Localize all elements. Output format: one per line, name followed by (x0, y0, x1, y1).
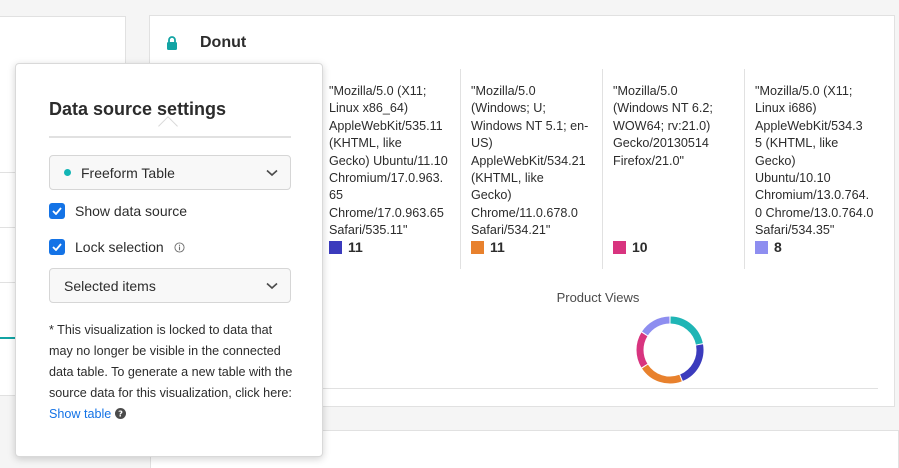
selection-type-dropdown[interactable]: Selected items (49, 268, 291, 303)
table-column: "Mozilla/5.0 (X11; Linux x86_64) AppleWe… (318, 69, 460, 269)
value-row: 8 (755, 239, 782, 255)
source-status-dot (64, 169, 71, 176)
show-table-link[interactable]: Show table (49, 407, 111, 421)
data-table: "Mozilla/5.0 (X11; Linux x86_64) AppleWe… (318, 69, 878, 389)
value: 11 (348, 239, 363, 255)
donut-chart[interactable] (634, 314, 706, 386)
data-source-settings-popover: Data source settings Freeform Table Show… (15, 63, 323, 457)
viz-header: Donut (166, 32, 246, 54)
value-row: 11 (329, 239, 363, 255)
lock-selection-label[interactable]: Lock selection (75, 239, 164, 255)
popover-title: Data source settings (49, 99, 227, 119)
data-source-dropdown[interactable]: Freeform Table (49, 155, 291, 190)
popover-divider (49, 136, 291, 138)
show-data-source-label[interactable]: Show data source (75, 203, 187, 219)
user-agent-label: "Mozilla/5.0 (Windows NT 6.2; WOW64; rv:… (613, 84, 713, 168)
user-agent-label: "Mozilla/5.0 (X11; Linux x86_64) AppleWe… (329, 84, 448, 238)
donut-segment[interactable] (642, 316, 670, 336)
value-row: 10 (613, 239, 648, 255)
donut-segment[interactable] (679, 344, 704, 381)
lock-note-text: * This visualization is locked to data t… (49, 323, 293, 400)
checkmark-icon (52, 243, 62, 251)
show-data-source-row: Show data source (49, 203, 187, 219)
selection-type-value: Selected items (64, 277, 156, 294)
data-source-value: Freeform Table (81, 164, 175, 181)
chevron-down-icon (266, 169, 278, 176)
table-column: "Mozilla/5.0 (Windows NT 6.2; WOW64; rv:… (602, 69, 744, 269)
donut-segment[interactable] (636, 332, 648, 368)
show-data-source-checkbox[interactable] (49, 203, 65, 219)
lock-icon[interactable] (166, 36, 178, 50)
info-icon[interactable] (174, 241, 185, 253)
value: 8 (774, 239, 782, 255)
help-icon[interactable]: ? (115, 408, 127, 419)
series-swatch (329, 240, 342, 254)
svg-text:?: ? (118, 408, 123, 418)
series-swatch (613, 240, 626, 254)
table-column: "Mozilla/5.0 (X11; Linux i686) AppleWebK… (744, 69, 878, 269)
series-swatch (755, 240, 768, 254)
table-column: "Mozilla/5.0 (Windows; U; Windows NT 5.1… (460, 69, 602, 269)
value-row: 11 (471, 239, 505, 255)
chevron-down-icon (266, 282, 278, 289)
user-agent-label: "Mozilla/5.0 (Windows; U; Windows NT 5.1… (471, 84, 589, 238)
checkmark-icon (52, 207, 62, 215)
value: 11 (490, 239, 505, 255)
lock-selection-checkbox[interactable] (49, 239, 65, 255)
lock-selection-row: Lock selection (49, 239, 185, 255)
series-swatch (471, 240, 484, 254)
metric-label: Product Views (556, 290, 640, 305)
donut-segment[interactable] (670, 316, 703, 345)
value: 10 (632, 239, 648, 255)
user-agent-label: "Mozilla/5.0 (X11; Linux i686) AppleWebK… (755, 84, 874, 238)
lock-note: * This visualization is locked to data t… (49, 320, 299, 425)
viz-title: Donut (200, 34, 247, 51)
donut-segment[interactable] (642, 364, 682, 384)
